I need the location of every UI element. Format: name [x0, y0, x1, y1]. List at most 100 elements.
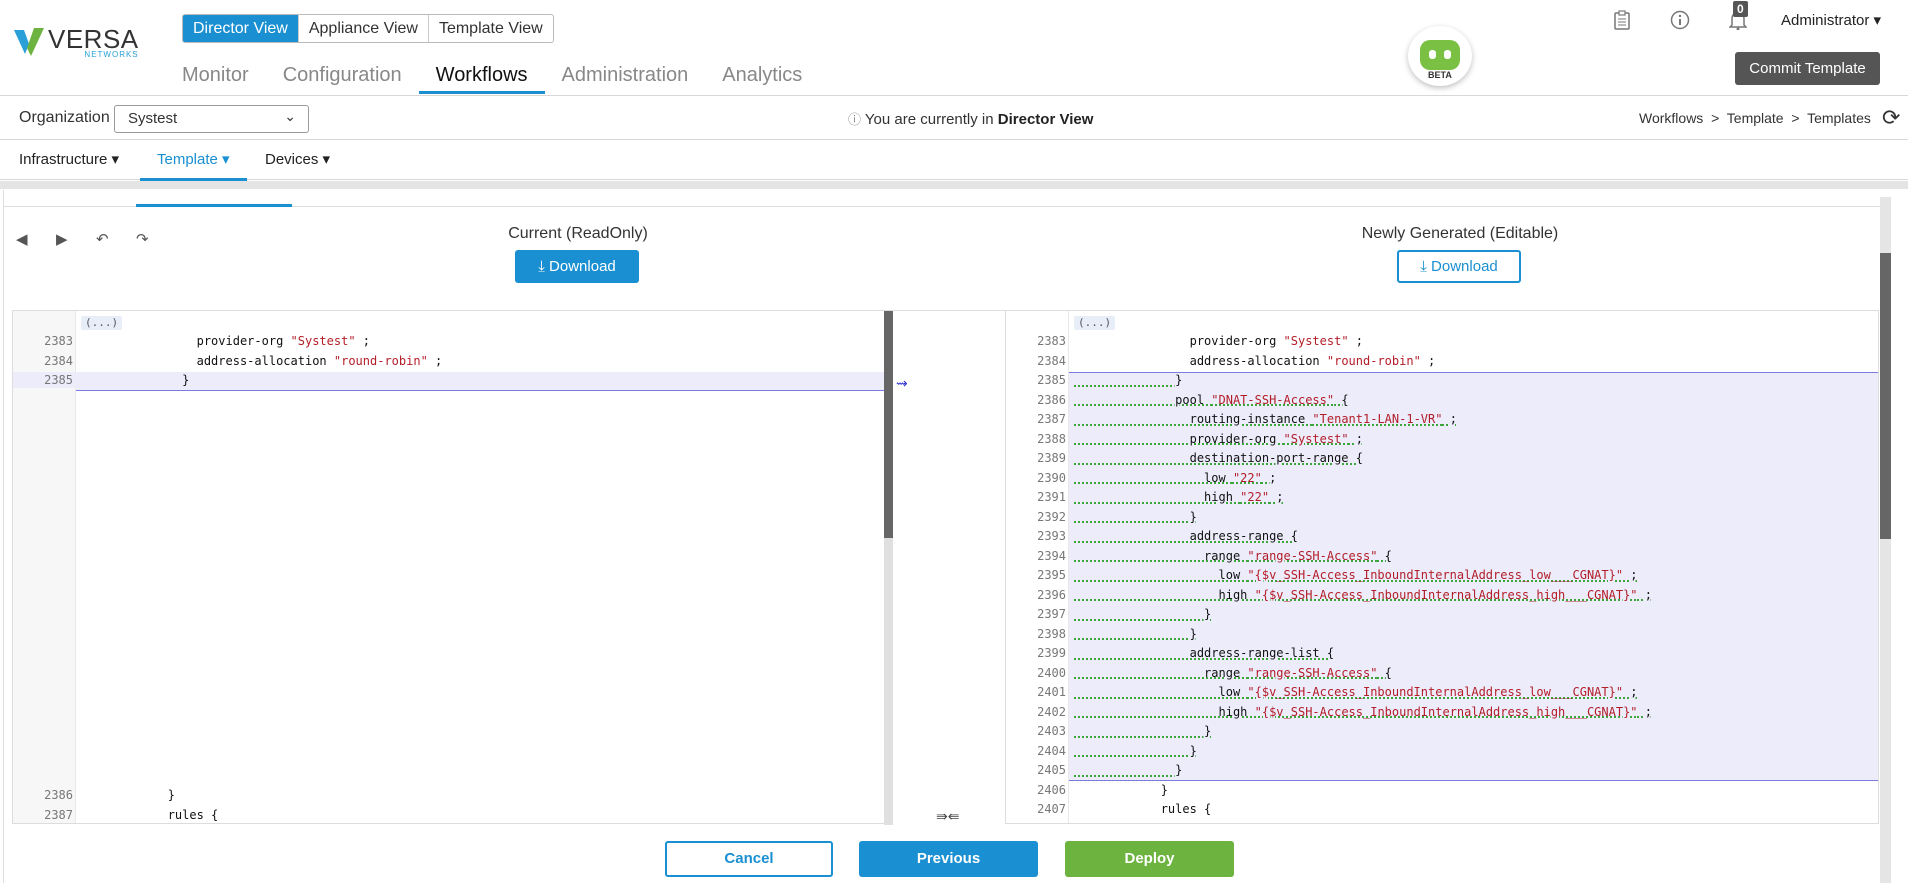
appliance-view-tab[interactable]: Appliance View: [299, 15, 429, 42]
download-label: Download: [1431, 258, 1498, 275]
deploy-button[interactable]: Deploy: [1065, 841, 1234, 877]
nav-workflows[interactable]: Workflows: [418, 60, 545, 94]
line-number: 2392: [1037, 509, 1066, 524]
code-text: }: [1074, 607, 1212, 621]
organization-select[interactable]: Systest ⌄: [114, 105, 309, 133]
line-number: 2405: [1037, 763, 1066, 777]
code-text: }: [1074, 743, 1197, 758]
cancel-button[interactable]: Cancel: [665, 841, 833, 877]
organization-label: Organization: [19, 109, 110, 126]
code-line: 2392 }: [1006, 509, 1878, 525]
line-number: 2395: [1037, 568, 1066, 582]
code-line: 2399 address-range-list {: [1006, 645, 1878, 661]
diff-toolbar: ◀ ▶ ↶ ↷: [16, 230, 176, 248]
left-scrollbar[interactable]: [884, 311, 893, 825]
top-bar: VERSA NETWORKS Director View Appliance V…: [0, 0, 1908, 96]
code-line: 2385 }: [1006, 372, 1878, 388]
line-number: 2386: [44, 788, 73, 802]
template-view-tab[interactable]: Template View: [429, 15, 553, 42]
code-text: routing-instance "Tenant1-LAN-1-VR" ;: [1074, 412, 1457, 426]
code-text: address-range-list {: [1074, 646, 1335, 660]
code-line: 2383 provider-org "Systest" ;: [1006, 333, 1878, 349]
generated-title: Newly Generated (Editable): [1361, 225, 1559, 242]
code-text: range "range-SSH-Access" {: [1074, 548, 1392, 563]
code-text: }: [1074, 373, 1183, 387]
code-text: }: [1074, 724, 1212, 738]
code-line: 2384 address-allocation "round-robin" ;: [13, 353, 887, 369]
line-number: 2404: [1037, 743, 1066, 758]
fold-marker[interactable]: (...): [1074, 316, 1116, 330]
code-line: 2397 }: [1006, 606, 1878, 622]
breadcrumb[interactable]: Workflows > Template > Templates: [1639, 110, 1871, 126]
nav-monitor[interactable]: Monitor: [182, 60, 249, 94]
clipboard-icon[interactable]: [1610, 8, 1634, 32]
subnav-template[interactable]: Template ▾: [140, 150, 247, 181]
undo-icon[interactable]: ↶: [96, 230, 136, 248]
code-text: }: [1074, 509, 1197, 524]
line-number: 2399: [1037, 646, 1066, 660]
download-icon: ⤓: [1420, 258, 1427, 275]
line-number: 2384: [1037, 353, 1066, 368]
page-scrollbar[interactable]: [1880, 197, 1891, 883]
code-line: 2391 high "22" ;: [1006, 489, 1878, 505]
redo-icon[interactable]: ↷: [136, 230, 176, 248]
nav-administration[interactable]: Administration: [562, 60, 689, 94]
code-text: rules {: [1074, 802, 1212, 816]
line-number: 2388: [1037, 431, 1066, 446]
robot-icon: [1420, 40, 1460, 70]
view-switcher: Director View Appliance View Template Vi…: [182, 14, 554, 43]
code-text: address-allocation "round-robin" ;: [81, 353, 443, 368]
line-number: 2383: [1037, 334, 1066, 348]
line-number: 2407: [1037, 802, 1066, 816]
scrollbar-thumb[interactable]: [884, 311, 893, 538]
collapse-icon[interactable]: ⇛⇚: [936, 808, 959, 825]
beta-badge: BETA: [1428, 70, 1452, 80]
code-text: }: [1074, 626, 1197, 641]
code-line: 2404 }: [1006, 743, 1878, 759]
download-icon: ⤓: [538, 258, 545, 275]
line-number: 2398: [1037, 626, 1066, 641]
scrollbar-thumb[interactable]: [1880, 253, 1891, 539]
line-number: 2396: [1037, 587, 1066, 602]
nav-configuration[interactable]: Configuration: [283, 60, 402, 94]
commit-template-button[interactable]: Commit Template: [1735, 52, 1880, 85]
generated-code-pane[interactable]: (...) 2383 provider-org "Systest" ; 2384 …: [1005, 310, 1879, 824]
code-line: 2385 }: [13, 372, 887, 388]
refresh-icon[interactable]: ⟳: [1882, 105, 1900, 131]
code-line: 2406 }: [1006, 782, 1878, 798]
code-line: 2386 }: [13, 787, 887, 803]
line-number: 2400: [1037, 665, 1066, 680]
subnav-infrastructure[interactable]: Infrastructure ▾: [19, 150, 119, 168]
code-text: }: [81, 788, 175, 802]
nav-analytics[interactable]: Analytics: [722, 60, 802, 94]
current-code-pane[interactable]: (...) 2383 provider-org "Systest" ; 2384 …: [12, 310, 888, 824]
merge-arrow-icon[interactable]: ⇝: [896, 375, 908, 392]
line-number: 2390: [1037, 470, 1066, 485]
code-line: 2398 }: [1006, 626, 1878, 642]
code-line: 2389 destination-port-range {: [1006, 450, 1878, 466]
active-tab-indicator: [136, 204, 292, 207]
director-view-tab[interactable]: Director View: [183, 15, 299, 42]
info-icon[interactable]: [1668, 8, 1692, 32]
line-number: 2394: [1037, 548, 1066, 563]
code-line: 2387 routing-instance "Tenant1-LAN-1-VR"…: [1006, 411, 1878, 427]
code-line: 2384 address-allocation "round-robin" ;: [1006, 353, 1878, 369]
previous-button[interactable]: Previous: [859, 841, 1038, 877]
code-text: high "{$v_SSH-Access_InboundInternalAddr…: [1074, 587, 1652, 602]
code-text: low "{$v_SSH-Access_InboundInternalAddre…: [1074, 568, 1638, 582]
previous-change-icon[interactable]: ◀: [16, 230, 56, 248]
line-number: 2393: [1037, 529, 1066, 543]
versa-logo[interactable]: VERSA NETWORKS: [14, 26, 139, 59]
download-current-button[interactable]: ⤓ Download: [515, 250, 639, 283]
download-generated-button[interactable]: ⤓ Download: [1397, 250, 1521, 283]
line-number: 2391: [1037, 490, 1066, 504]
subnav-devices[interactable]: Devices ▾: [265, 150, 330, 168]
assistant-bot-button[interactable]: BETA: [1408, 26, 1472, 86]
code-text: provider-org "Systest" ;: [81, 334, 370, 348]
line-number: 2387: [44, 807, 73, 822]
code-text: high "{$v_SSH-Access_InboundInternalAddr…: [1074, 704, 1652, 719]
versa-logo-icon: [14, 28, 44, 56]
user-menu[interactable]: Administrator ▾: [1781, 11, 1881, 29]
fold-marker[interactable]: (...): [81, 316, 123, 330]
next-change-icon[interactable]: ▶: [56, 230, 96, 248]
